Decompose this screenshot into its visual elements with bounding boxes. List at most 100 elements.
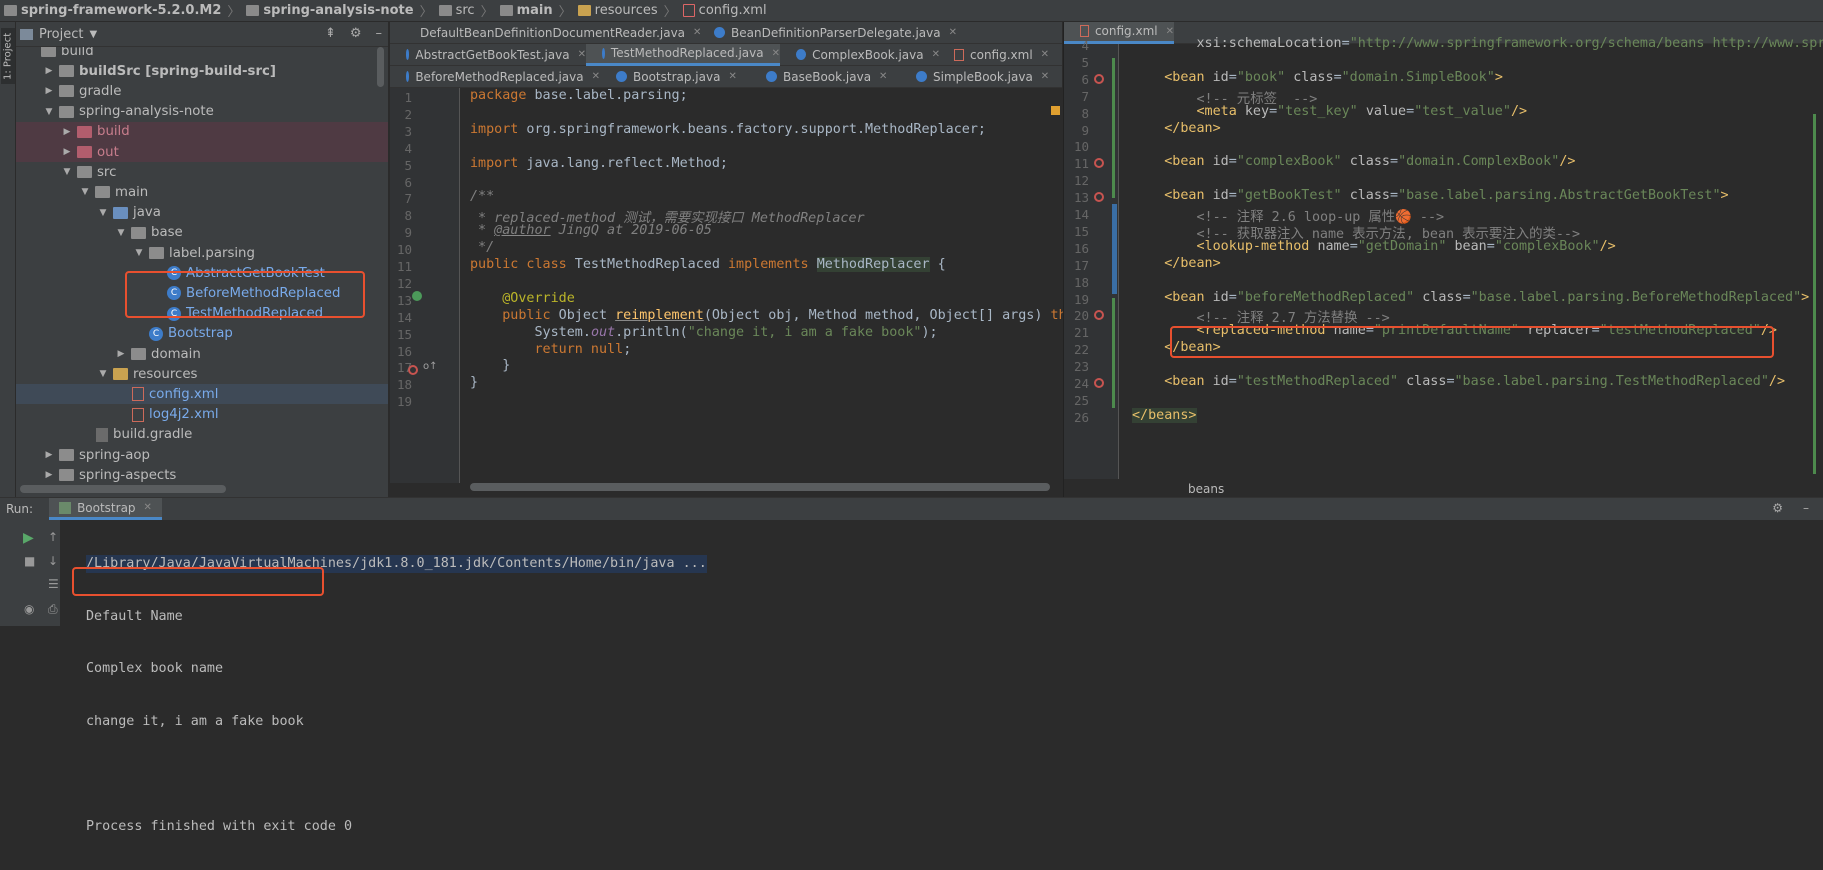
tree-item[interactable]: ▶ spring-aop: [16, 445, 388, 465]
tree-item[interactable]: config.xml: [16, 384, 388, 405]
tree-item[interactable]: ▼ spring-analysis-note: [16, 102, 388, 122]
change-marker: [1112, 204, 1117, 294]
chevron-right-icon[interactable]: ▶: [114, 349, 128, 359]
chevron-down-icon[interactable]: ▼: [114, 228, 128, 238]
breadcrumb-item[interactable]: src: [438, 3, 475, 18]
line-number: 5: [1081, 54, 1089, 70]
collapse-icon[interactable]: ⇞: [325, 26, 336, 41]
close-icon[interactable]: ✕: [1166, 26, 1174, 37]
chevron-right-icon[interactable]: ▶: [60, 127, 74, 137]
tree-item[interactable]: ▼ src: [16, 162, 388, 182]
chevron-down-icon[interactable]: ▼: [42, 107, 56, 117]
console-line: change it, i am a fake book: [86, 713, 304, 729]
xml-code-area[interactable]: 4 5 6 7 8 9 10 11 12 13 14 15 16 17 18 19 20 21 22 23 24 25 26…: [1064, 36, 1823, 479]
hide-icon[interactable]: –: [1803, 501, 1809, 515]
arrow-up-icon[interactable]: ↑: [48, 530, 58, 544]
tab-testmethodreplaced[interactable]: TestMethodReplaced.java ✕: [586, 43, 780, 66]
rerun-icon[interactable]: ▶: [23, 530, 34, 546]
close-icon[interactable]: ✕: [578, 49, 586, 60]
chevron-right-icon[interactable]: ▶: [42, 86, 56, 96]
close-icon[interactable]: ✕: [728, 71, 736, 82]
project-tool-button[interactable]: 1: Project: [1, 28, 15, 84]
chevron-down-icon[interactable]: ▼: [78, 187, 92, 197]
tab-beandefinitionparserdelegate[interactable]: BeanDefinitionParserDelegate.java ✕: [690, 22, 980, 44]
tree-item[interactable]: build.gradle: [16, 425, 388, 445]
tree-item[interactable]: ▼ label.parsing: [16, 243, 388, 263]
tree-item[interactable]: ▼ base: [16, 223, 388, 243]
line-number: 18: [396, 377, 412, 393]
chevron-down-icon[interactable]: ▼: [60, 167, 74, 177]
code-line: public Object reimplement(Object obj, Me…: [502, 307, 1067, 323]
chevron-right-icon[interactable]: ▶: [42, 66, 56, 76]
line-number: 23: [1073, 359, 1089, 375]
tree-item[interactable]: log4j2.xml: [16, 405, 388, 425]
tree-item[interactable]: C Bootstrap: [16, 324, 388, 344]
console-line: Default Name: [86, 608, 183, 624]
breadcrumb-item[interactable]: spring-framework-5.2.0.M2: [4, 3, 221, 18]
tree-item-label: spring-aspects: [79, 467, 177, 483]
arrow-down-icon[interactable]: ↓: [48, 554, 58, 568]
soft-wrap-icon[interactable]: ☰: [48, 577, 59, 591]
hide-icon[interactable]: –: [376, 26, 383, 41]
project-title[interactable]: Project: [39, 27, 83, 42]
chevron-right-icon[interactable]: ▶: [42, 450, 56, 460]
breadcrumb-item[interactable]: main: [499, 3, 553, 18]
line-number: 3: [404, 123, 412, 139]
close-icon[interactable]: ✕: [1041, 49, 1049, 60]
tree-item[interactable]: ▶ out: [16, 142, 388, 162]
implementation-marker-icon[interactable]: [412, 291, 422, 301]
line-number: 12: [396, 275, 412, 291]
chevron-down-icon[interactable]: ▼: [96, 208, 110, 218]
chevron-right-icon[interactable]: ▶: [42, 470, 56, 480]
tab-bootstrap[interactable]: Bootstrap.java ✕: [600, 66, 750, 88]
horizontal-scrollbar[interactable]: [20, 485, 226, 493]
camera-icon[interactable]: ◉: [24, 602, 34, 616]
java-code-area[interactable]: 1 2 3 4 5 6 7 8 9 10 11 12 13 14 15 16 17 18 19 o↑ package…: [390, 88, 1067, 483]
code-line: </bean>: [1164, 255, 1221, 271]
chevron-down-icon[interactable]: ▼: [89, 29, 97, 40]
tree-item[interactable]: ▶ build: [16, 121, 388, 142]
override-marker-icon[interactable]: [408, 365, 418, 375]
chevron-right-icon[interactable]: ▶: [60, 147, 74, 157]
tab-abstractgetbooktest[interactable]: AbstractGetBookTest.java ✕: [390, 44, 586, 66]
tab-bootstrap-run[interactable]: Bootstrap ✕: [49, 498, 162, 520]
close-icon[interactable]: ✕: [144, 502, 152, 513]
code-line: */: [470, 240, 495, 256]
tab-simplebook[interactable]: SimpleBook.java ✕: [900, 66, 1050, 88]
close-icon[interactable]: ✕: [1041, 71, 1049, 82]
tree-item[interactable]: build: [16, 47, 388, 61]
line-number: 20: [1073, 308, 1089, 324]
tree-item[interactable]: ▶ spring-aspects: [16, 465, 388, 485]
bean-icon[interactable]: [1094, 378, 1104, 388]
stop-icon[interactable]: ■: [24, 554, 35, 568]
close-icon[interactable]: ✕: [932, 49, 940, 60]
breadcrumb-item[interactable]: config.xml: [682, 3, 767, 18]
tree-item[interactable]: ▼ main: [16, 182, 388, 202]
close-icon[interactable]: ✕: [879, 71, 887, 82]
print-icon[interactable]: ⎙: [48, 602, 58, 617]
folder-icon: [59, 469, 74, 482]
tree-item[interactable]: ▶ domain: [16, 344, 388, 364]
vertical-scrollbar[interactable]: [377, 47, 384, 87]
tab-config-xml[interactable]: config.xml ✕: [940, 44, 1060, 66]
tree-item[interactable]: ▼ java: [16, 203, 388, 223]
close-icon[interactable]: ✕: [592, 71, 600, 82]
breadcrumb-item[interactable]: spring-analysis-note: [246, 3, 414, 18]
horizontal-scrollbar[interactable]: [470, 483, 1050, 491]
chevron-down-icon[interactable]: ▼: [132, 248, 146, 258]
tree-item[interactable]: ▶ buildSrc [spring-build-src]: [16, 61, 388, 81]
tab-defaultbeandefinitiondocumentreader[interactable]: DefaultBeanDefinitionDocumentReader.java…: [390, 22, 701, 44]
close-icon[interactable]: ✕: [772, 48, 780, 59]
tab-basebook[interactable]: BaseBook.java ✕: [750, 66, 900, 88]
bean-icon[interactable]: [1094, 73, 1104, 84]
xml-breadcrumb[interactable]: beans: [1128, 480, 1823, 497]
gear-icon[interactable]: ⚙: [350, 26, 362, 41]
tree-item[interactable]: ▶ gradle: [16, 81, 388, 101]
tab-complexbook[interactable]: ComplexBook.java ✕: [780, 44, 940, 66]
breadcrumb-item[interactable]: resources: [577, 3, 658, 18]
close-icon[interactable]: ✕: [949, 27, 957, 38]
tab-beforemethodreplaced[interactable]: BeforeMethodReplaced.java ✕: [390, 66, 600, 88]
gear-icon[interactable]: ⚙: [1772, 501, 1783, 515]
chevron-down-icon[interactable]: ▼: [96, 369, 110, 379]
tree-item[interactable]: ▼ resources: [16, 364, 388, 384]
